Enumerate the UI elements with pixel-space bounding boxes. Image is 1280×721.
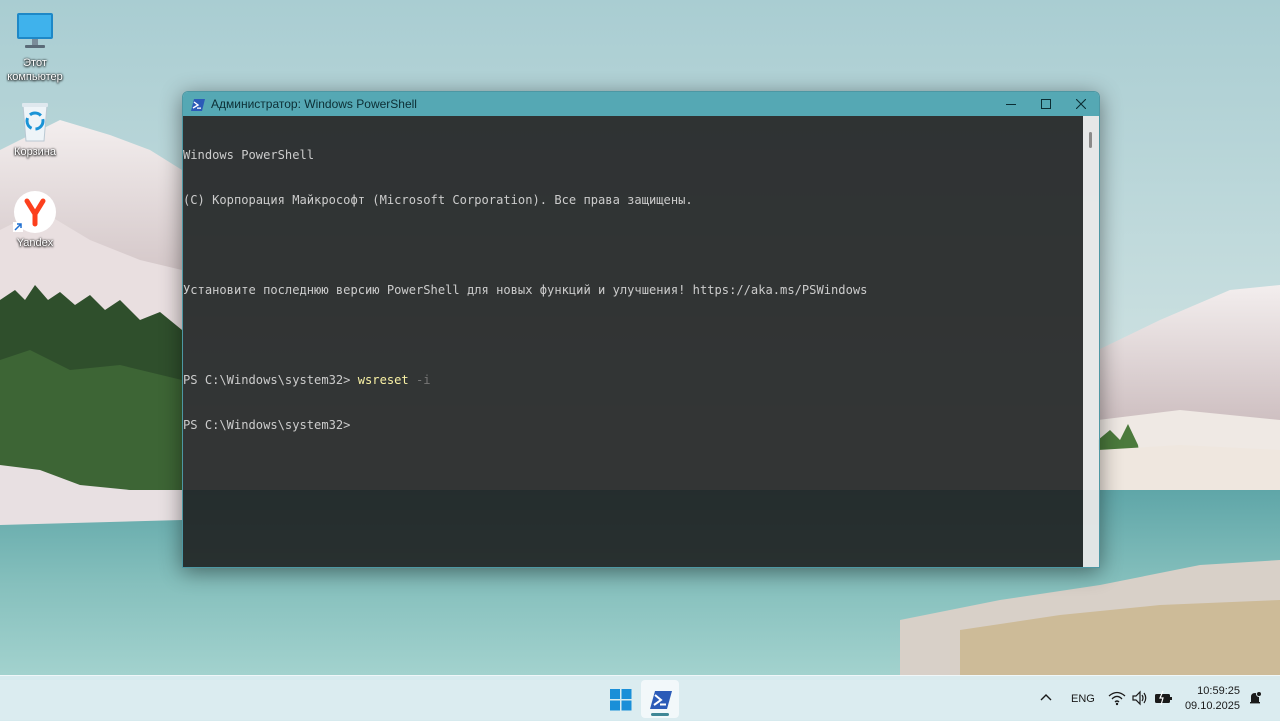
console-line: (C) Корпорация Майкрософт (Microsoft Cor… xyxy=(183,193,693,207)
desktop-icon-label: Yandex xyxy=(16,237,54,249)
monitor-icon xyxy=(13,10,57,54)
battery-button[interactable] xyxy=(1154,689,1174,707)
active-app-indicator xyxy=(651,713,669,716)
window-title: Администратор: Windows PowerShell xyxy=(211,97,417,111)
notification-icon xyxy=(1250,691,1262,704)
close-button[interactable] xyxy=(1063,92,1099,116)
powershell-icon xyxy=(191,97,205,111)
notification-button[interactable] xyxy=(1247,690,1263,706)
taskbar-clock[interactable]: 10:59:25 09.10.2025 xyxy=(1176,684,1240,714)
console-command-line: PS C:\Windows\system32> wsreset -i xyxy=(183,373,867,388)
taskbar: ENG 10:59:25 09.10.2025 xyxy=(0,675,1280,721)
desktop-icon-label: Этот компьютер xyxy=(7,57,63,83)
clock-date: 09.10.2025 xyxy=(1184,700,1240,712)
battery-icon xyxy=(1155,690,1172,706)
wifi-icon xyxy=(1108,691,1126,706)
powershell-window[interactable]: Администратор: Windows PowerShell Window… xyxy=(182,91,1100,568)
console-scrollbar[interactable] xyxy=(1083,116,1099,567)
console-prompt: PS C:\Windows\system32> xyxy=(183,418,351,432)
console-text: Windows PowerShell (C) Корпорация Майкро… xyxy=(183,118,867,463)
desktop-icon-recycle-bin[interactable]: Корзина xyxy=(0,99,70,159)
scrollbar-thumb[interactable] xyxy=(1089,132,1092,148)
desktop-icon-this-pc[interactable]: Этот компьютер xyxy=(0,10,70,84)
show-hidden-icons-button[interactable] xyxy=(1038,690,1054,706)
recycle-bin-icon xyxy=(13,99,57,143)
console-prompt: PS C:\Windows\system32> xyxy=(183,373,358,387)
console-active-prompt[interactable]: PS C:\Windows\system32> xyxy=(183,418,867,433)
language-indicator[interactable]: ENG xyxy=(1071,692,1095,708)
yandex-browser-icon xyxy=(13,190,57,234)
start-button[interactable] xyxy=(601,680,639,718)
desktop-icon-label: Корзина xyxy=(14,146,56,158)
powershell-icon xyxy=(650,691,672,709)
chevron-up-icon xyxy=(1040,694,1052,701)
minimize-icon xyxy=(1006,104,1016,105)
console-command: wsreset xyxy=(357,373,409,387)
minimize-button[interactable] xyxy=(993,92,1029,116)
volume-icon xyxy=(1132,690,1147,706)
maximize-icon xyxy=(1041,99,1051,109)
close-icon xyxy=(1076,99,1086,109)
maximize-button[interactable] xyxy=(1028,92,1064,116)
console-line: Windows PowerShell xyxy=(183,148,315,162)
desktop-icon-yandex[interactable]: Yandex xyxy=(0,190,70,250)
volume-button[interactable] xyxy=(1131,689,1149,707)
window-titlebar[interactable]: Администратор: Windows PowerShell xyxy=(183,92,1099,116)
console-line: Установите последнюю версию PowerShell д… xyxy=(183,283,868,297)
console-argument: -i xyxy=(408,373,431,387)
windows-logo-icon xyxy=(610,689,632,711)
clock-time: 10:59:25 xyxy=(1197,685,1240,697)
console-output[interactable]: Windows PowerShell (C) Корпорация Майкро… xyxy=(183,116,1083,567)
wifi-button[interactable] xyxy=(1108,689,1126,707)
